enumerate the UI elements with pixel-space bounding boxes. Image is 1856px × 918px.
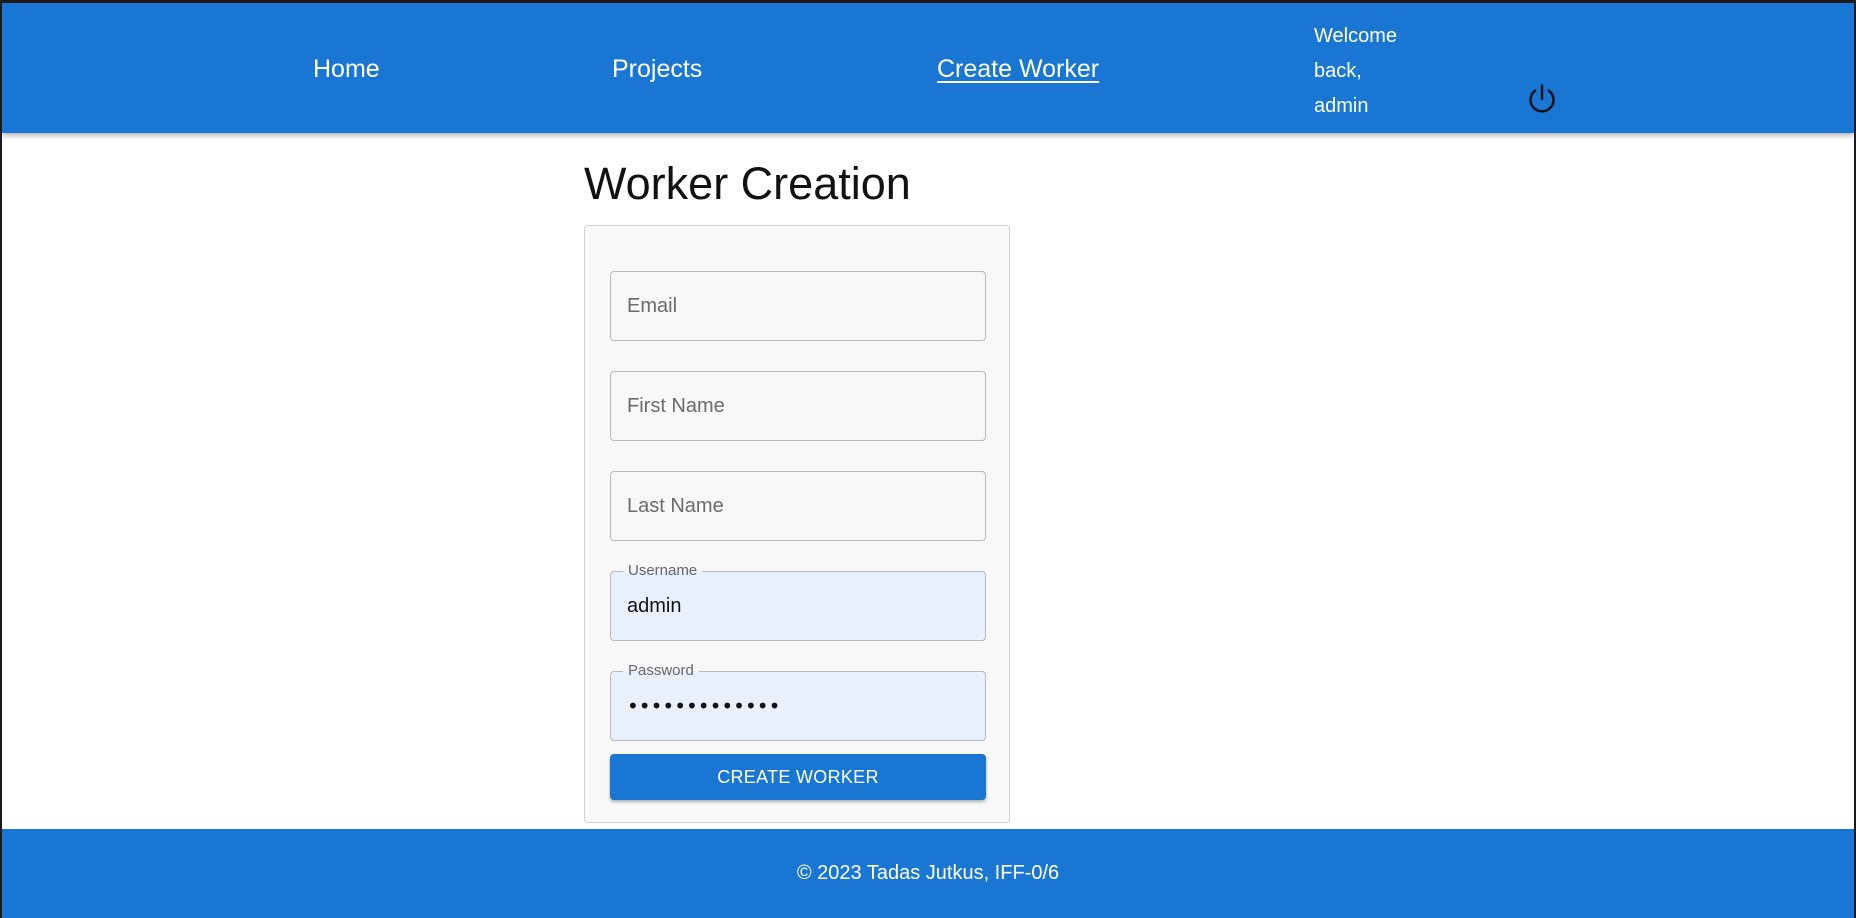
page-title: Worker Creation [584, 158, 911, 209]
welcome-line: Welcome [1314, 25, 1397, 47]
welcome-message: Welcome back, admin [1314, 19, 1424, 124]
footer-copyright: © 2023 Tadas Jutkus, IFF-0/6 [796, 862, 1060, 884]
create-worker-button[interactable]: CREATE WORKER [610, 754, 986, 800]
nav-link-projects[interactable]: Projects [612, 54, 702, 84]
last-name-field [610, 471, 986, 541]
footer: © 2023 Tadas Jutkus, IFF-0/6 [2, 829, 1854, 918]
logout-button[interactable] [1524, 81, 1560, 117]
last-name-input[interactable] [611, 472, 985, 540]
password-field: Password [610, 662, 986, 741]
app-window: Home Projects Create Worker Welcome back… [2, 3, 1854, 918]
nav-link-create-worker[interactable]: Create Worker [937, 54, 1099, 84]
username-input[interactable] [611, 572, 985, 640]
welcome-line: back, [1314, 60, 1362, 82]
first-name-field [610, 371, 986, 441]
top-navbar: Home Projects Create Worker Welcome back… [2, 3, 1854, 133]
username-field: Username [610, 562, 986, 641]
email-field [610, 271, 986, 341]
welcome-username: admin [1314, 95, 1369, 117]
email-input[interactable] [611, 272, 985, 340]
first-name-input[interactable] [611, 372, 985, 440]
password-input[interactable] [611, 672, 985, 740]
nav-link-home[interactable]: Home [313, 54, 380, 84]
worker-creation-form: Username Password CREATE WORKER [584, 225, 1010, 823]
power-icon [1529, 84, 1555, 113]
